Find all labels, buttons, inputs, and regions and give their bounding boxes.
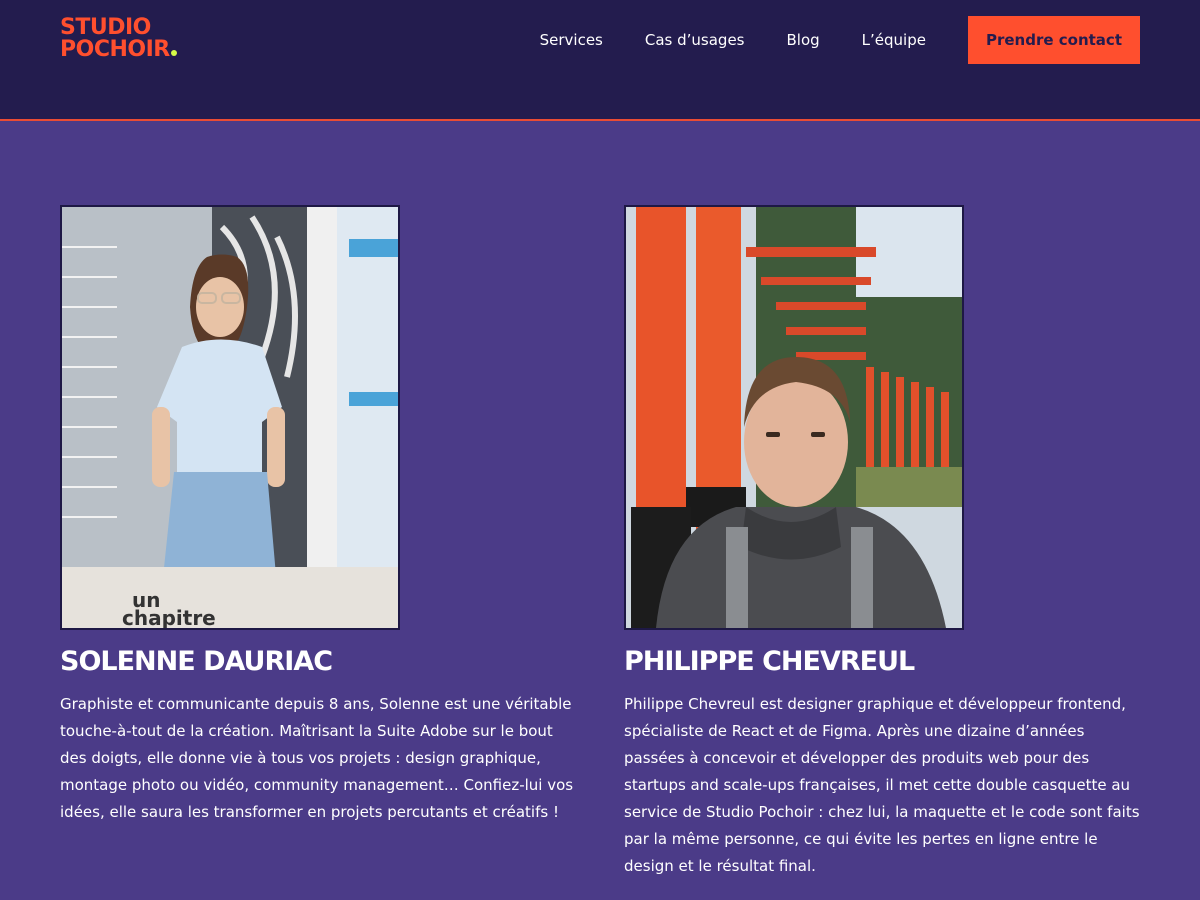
logo-line-1: STUDIO xyxy=(60,15,151,40)
team-member-photo: un chapitre xyxy=(60,205,400,630)
studio-pochoir-logo[interactable]: STUDIO POCHOIR xyxy=(60,17,177,61)
nav-equipe[interactable]: L’équipe xyxy=(862,31,926,49)
team-member-bio: Philippe Chevreul est designer graphique… xyxy=(624,695,1140,875)
main-nav: Services Cas d’usages Blog L’équipe Pren… xyxy=(540,16,1140,64)
nav-blog[interactable]: Blog xyxy=(787,31,820,49)
team-member-card: un chapitre SOLENNE DAURIAC Graphiste et… xyxy=(60,205,580,826)
team-member-name: PHILIPPE CHEVREUL xyxy=(624,646,915,677)
logo-dot-icon xyxy=(170,50,177,56)
svg-text:chapitre: chapitre xyxy=(122,606,216,628)
logo-line-2: POCHOIR xyxy=(60,37,170,62)
team-member-card: PHILIPPE CHEVREUL Philippe Chevreul est … xyxy=(624,205,1144,880)
site-header: STUDIO POCHOIR Services Cas d’usages Blo… xyxy=(0,0,1200,121)
nav-cas-usages[interactable]: Cas d’usages xyxy=(645,31,745,49)
contact-button[interactable]: Prendre contact xyxy=(967,16,1140,64)
team-member-bio: Graphiste et communicante depuis 8 ans, … xyxy=(60,695,574,821)
team-member-name: SOLENNE DAURIAC xyxy=(60,646,333,677)
nav-services[interactable]: Services xyxy=(540,31,603,49)
team-member-photo xyxy=(624,205,964,630)
